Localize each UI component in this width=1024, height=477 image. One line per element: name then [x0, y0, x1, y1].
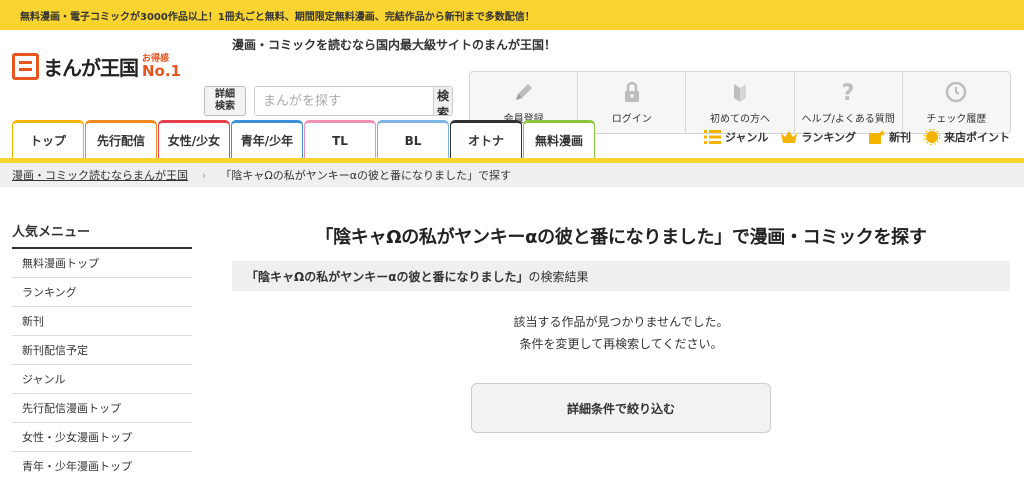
svg-text:?: ?: [842, 81, 855, 104]
tab-4[interactable]: TL: [304, 120, 376, 158]
nav-link-label: ジャンル: [724, 131, 769, 144]
breadcrumb: 漫画・コミック読むならまんが王国 › 「陰キャΩの私がヤンキーαの彼と番になりま…: [0, 163, 1024, 187]
search-button[interactable]: 検索: [433, 87, 452, 115]
result-header: 「陰キャΩの私がヤンキーαの彼と番になりました」 の検索結果: [232, 261, 1010, 291]
breadcrumb-current: 「陰キャΩの私がヤンキーαの彼と番になりました」で探す: [220, 169, 512, 182]
nav-right-links: ジャンル ランキング 新刊 来店ポイント: [692, 129, 1010, 145]
sidebar-item[interactable]: 無料漫画トップ: [12, 249, 192, 278]
sidebar: 人気メニュー 無料漫画トップ ランキング 新刊 新刊配信予定 ジャンル 先行配信漫画トップ…: [12, 221, 192, 477]
sidebar-item[interactable]: 青年・少年漫画トップ: [12, 452, 192, 477]
nav-link-label: 来店ポイント: [944, 131, 1010, 144]
crown-icon: [781, 131, 798, 143]
breadcrumb-separator-icon: ›: [202, 168, 207, 182]
tab-3[interactable]: 青年/少年: [231, 120, 303, 158]
breadcrumb-home-link[interactable]: 漫画・コミック読むならまんが王国: [12, 167, 188, 183]
nav-link-genre[interactable]: ジャンル: [703, 129, 769, 145]
logo-badge: お得感 No.1: [142, 54, 181, 80]
result-query: 「陰キャΩの私がヤンキーαの彼と番になりました」: [246, 269, 529, 284]
lock-icon: [624, 81, 639, 102]
new-book-icon: [869, 130, 885, 144]
advanced-search-label-2: 検索: [215, 101, 235, 112]
sidebar-menu: 無料漫画トップ ランキング 新刊 新刊配信予定 ジャンル 先行配信漫画トップ 女性・少女漫画…: [12, 249, 192, 477]
nav-link-label: 新刊: [889, 131, 911, 144]
advanced-search-button[interactable]: 詳細 検索: [204, 86, 246, 116]
category-tabs: トップ 先行配信 女性/少女 青年/少年 TL BL オトナ 無料漫画: [12, 120, 596, 158]
tab-2[interactable]: 女性/少女: [158, 120, 230, 158]
tab-7[interactable]: 無料漫画: [523, 120, 595, 158]
beginner-mark-icon: [734, 84, 746, 102]
tab-0[interactable]: トップ: [12, 120, 84, 158]
pencil-icon: [515, 84, 532, 100]
no-results-line-1: 該当する作品が見つかりませんでした。: [513, 315, 729, 329]
sidebar-item[interactable]: 女性・少女漫画トップ: [12, 423, 192, 452]
nav-link-label: ランキング: [801, 131, 856, 144]
sidebar-item[interactable]: 新刊配信予定: [12, 336, 192, 365]
main-content: 「陰キャΩの私がヤンキーαの彼と番になりました」で漫画・コミックを探す 「陰キャ…: [232, 223, 1010, 433]
search-input[interactable]: [255, 87, 433, 115]
list-icon: [703, 130, 721, 144]
page-content: 人気メニュー 無料漫画トップ ランキング 新刊 新刊配信予定 ジャンル 先行配信漫画トップ…: [0, 187, 1024, 477]
sidebar-item[interactable]: ジャンル: [12, 365, 192, 394]
sidebar-item[interactable]: 先行配信漫画トップ: [12, 394, 192, 423]
top-banner: 漫画・コミックを読むなら国内最大級サイトのまんが王国！ 無料漫画・電子コミックが…: [0, 0, 1024, 52]
tab-5[interactable]: BL: [377, 120, 449, 158]
category-nav: トップ 先行配信 女性/少女 青年/少年 TL BL オトナ 無料漫画 ジャンル ランキング …: [0, 115, 1024, 158]
refine-search-button[interactable]: 詳細条件で絞り込む: [471, 383, 771, 433]
header: まんが王国 お得感 No.1 詳細 検索 検索 会員登録 ログイン 初めての方へ…: [0, 30, 1024, 134]
question-icon: ?: [842, 81, 855, 104]
result-suffix: の検索結果: [528, 269, 589, 284]
sidebar-title: 人気メニュー: [12, 221, 192, 249]
logo-mark-icon: [12, 53, 39, 80]
tab-1[interactable]: 先行配信: [85, 120, 157, 158]
search-box: 検索: [254, 86, 453, 116]
logo-text: まんが王国: [43, 56, 139, 80]
sidebar-item[interactable]: 新刊: [12, 307, 192, 336]
sidebar-item[interactable]: ランキング: [12, 278, 192, 307]
nav-link-ranking[interactable]: ランキング: [780, 129, 856, 145]
no-results-line-2: 条件を変更して再検索してください。: [519, 337, 723, 351]
nav-link-points[interactable]: 来店ポイント: [923, 129, 1010, 145]
no-results-message: 該当する作品が見つかりませんでした。 条件を変更して再検索してください。: [232, 311, 1010, 355]
nav-link-new[interactable]: 新刊: [868, 129, 911, 145]
banner-sub-text: 無料漫画・電子コミックが3000作品以上！1冊丸ごと無料、期間限定無料漫画、完結…: [20, 11, 535, 23]
tab-6[interactable]: オトナ: [450, 120, 522, 158]
site-logo[interactable]: まんが王国 お得感 No.1: [12, 52, 181, 81]
logo-badge-bottom: No.1: [142, 61, 181, 80]
page-title: 「陰キャΩの私がヤンキーαの彼と番になりました」で漫画・コミックを探す: [315, 227, 927, 248]
point-icon: [924, 129, 940, 145]
advanced-search-label-1: 詳細: [215, 89, 235, 100]
clock-icon: [946, 81, 967, 103]
